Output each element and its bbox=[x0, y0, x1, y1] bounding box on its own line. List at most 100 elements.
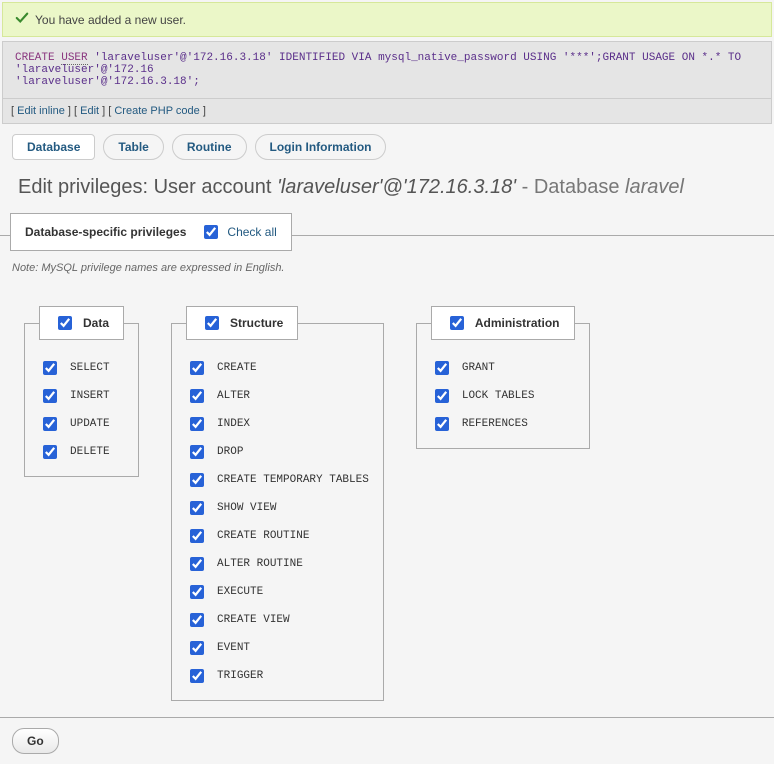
edit-links-bar: [ Edit inline ] [ Edit ] [ Create PHP co… bbox=[2, 99, 772, 124]
privilege-checkbox[interactable] bbox=[190, 529, 204, 543]
edit-link[interactable]: Edit bbox=[80, 105, 99, 117]
group-admin-checkbox[interactable] bbox=[450, 316, 464, 330]
check-all-label: Check all bbox=[227, 225, 276, 239]
privilege-checkbox[interactable] bbox=[43, 389, 57, 403]
privilege-item[interactable]: GRANT bbox=[431, 358, 575, 378]
group-admin-title: Administration bbox=[475, 316, 560, 330]
group-structure-list: CREATE ALTER INDEX DROP CREATE TEMPORARY TAB… bbox=[186, 358, 369, 686]
go-button[interactable]: Go bbox=[12, 728, 59, 754]
privilege-groups: Data SELECT INSERT UPDATE DELETE Structure … bbox=[0, 286, 774, 717]
privilege-checkbox[interactable] bbox=[435, 417, 449, 431]
privilege-checkbox[interactable] bbox=[190, 417, 204, 431]
privilege-label: SELECT bbox=[70, 362, 110, 374]
group-admin-list: GRANT LOCK TABLES REFERENCES bbox=[431, 358, 575, 434]
privilege-label: CREATE bbox=[217, 362, 257, 374]
check-all-checkbox[interactable] bbox=[204, 225, 218, 239]
privilege-checkbox[interactable] bbox=[190, 557, 204, 571]
privilege-item[interactable]: CREATE TEMPORARY TABLES bbox=[186, 470, 369, 490]
privilege-item[interactable]: EVENT bbox=[186, 638, 369, 658]
note: Note: MySQL privilege names are expresse… bbox=[0, 258, 774, 286]
privilege-label: SHOW VIEW bbox=[217, 502, 276, 514]
privilege-item[interactable]: REFERENCES bbox=[431, 414, 575, 434]
group-admin-legend[interactable]: Administration bbox=[431, 306, 575, 340]
privilege-item[interactable]: DROP bbox=[186, 442, 369, 462]
privilege-checkbox[interactable] bbox=[43, 417, 57, 431]
privilege-item[interactable]: INDEX bbox=[186, 414, 369, 434]
privilege-checkbox[interactable] bbox=[43, 445, 57, 459]
privilege-label: CREATE TEMPORARY TABLES bbox=[217, 474, 369, 486]
success-text: You have added a new user. bbox=[35, 13, 186, 27]
privilege-item[interactable]: CREATE VIEW bbox=[186, 610, 369, 630]
check-all[interactable]: Check all bbox=[200, 222, 276, 242]
privilege-checkbox[interactable] bbox=[190, 585, 204, 599]
privilege-checkbox[interactable] bbox=[190, 389, 204, 403]
privilege-checkbox[interactable] bbox=[435, 389, 449, 403]
privilege-item[interactable]: EXECUTE bbox=[186, 582, 369, 602]
group-data-checkbox[interactable] bbox=[58, 316, 72, 330]
privilege-label: CREATE ROUTINE bbox=[217, 530, 309, 542]
privilege-label: ALTER ROUTINE bbox=[217, 558, 303, 570]
group-structure-legend[interactable]: Structure bbox=[186, 306, 298, 340]
privilege-item[interactable]: LOCK TABLES bbox=[431, 386, 575, 406]
privilege-label: ALTER bbox=[217, 390, 250, 402]
privilege-item[interactable]: SELECT bbox=[39, 358, 124, 378]
privilege-item[interactable]: TRIGGER bbox=[186, 666, 369, 686]
privilege-checkbox[interactable] bbox=[190, 473, 204, 487]
group-structure-checkbox[interactable] bbox=[205, 316, 219, 330]
group-data-legend[interactable]: Data bbox=[39, 306, 124, 340]
go-row: Go bbox=[0, 717, 774, 764]
group-structure-title: Structure bbox=[230, 316, 283, 330]
sql-line2: 'laraveluser'@'172.16.3.18'; bbox=[15, 76, 200, 88]
panel-body: Note: MySQL privilege names are expresse… bbox=[0, 235, 774, 764]
privilege-label: DELETE bbox=[70, 446, 110, 458]
create-php-link[interactable]: Create PHP code bbox=[114, 105, 199, 117]
privilege-item[interactable]: CREATE ROUTINE bbox=[186, 526, 369, 546]
privilege-item[interactable]: SHOW VIEW bbox=[186, 498, 369, 518]
privilege-label: CREATE VIEW bbox=[217, 614, 290, 626]
sql-block: CREATE USER 'laraveluser'@'172.16.3.18' … bbox=[2, 41, 772, 99]
privilege-label: EXECUTE bbox=[217, 586, 263, 598]
privilege-item[interactable]: ALTER bbox=[186, 386, 369, 406]
privilege-item[interactable]: CREATE bbox=[186, 358, 369, 378]
privilege-checkbox[interactable] bbox=[190, 445, 204, 459]
group-data-title: Data bbox=[83, 316, 109, 330]
check-icon bbox=[15, 11, 29, 28]
privilege-item[interactable]: ALTER ROUTINE bbox=[186, 554, 369, 574]
privilege-label: UPDATE bbox=[70, 418, 110, 430]
group-structure: Structure CREATE ALTER INDEX DROP CREATE TEM… bbox=[171, 306, 384, 701]
sql-line1-rest: 'laraveluser'@'172.16.3.18' IDENTIFIED V… bbox=[15, 52, 748, 76]
title-user: 'laraveluser'@'172.16.3.18' bbox=[277, 176, 516, 198]
privilege-label: TRIGGER bbox=[217, 670, 263, 682]
title-db-name: laravel bbox=[625, 176, 684, 198]
sql-create-kw: CREATE bbox=[15, 52, 61, 64]
tab-table[interactable]: Table bbox=[103, 134, 163, 160]
tab-routine[interactable]: Routine bbox=[172, 134, 247, 160]
group-data: Data SELECT INSERT UPDATE DELETE bbox=[24, 306, 139, 477]
group-admin: Administration GRANT LOCK TABLES REFERENCE… bbox=[416, 306, 590, 449]
privilege-checkbox[interactable] bbox=[190, 613, 204, 627]
privilege-checkbox[interactable] bbox=[43, 361, 57, 375]
title-prefix: Edit privileges: User account bbox=[18, 176, 277, 198]
privilege-checkbox[interactable] bbox=[190, 361, 204, 375]
privilege-label: DROP bbox=[217, 446, 243, 458]
group-data-list: SELECT INSERT UPDATE DELETE bbox=[39, 358, 124, 462]
privilege-item[interactable]: UPDATE bbox=[39, 414, 124, 434]
edit-inline-link[interactable]: Edit inline bbox=[17, 105, 65, 117]
tab-login[interactable]: Login Information bbox=[255, 134, 387, 160]
privilege-label: INSERT bbox=[70, 390, 110, 402]
success-bar: You have added a new user. bbox=[2, 2, 772, 37]
tab-row: Database Table Routine Login Information bbox=[0, 124, 774, 170]
privilege-label: EVENT bbox=[217, 642, 250, 654]
privilege-label: REFERENCES bbox=[462, 418, 528, 430]
privilege-checkbox[interactable] bbox=[190, 641, 204, 655]
privilege-label: LOCK TABLES bbox=[462, 390, 535, 402]
title-db-label: Database bbox=[534, 176, 625, 198]
privilege-label: INDEX bbox=[217, 418, 250, 430]
privilege-checkbox[interactable] bbox=[190, 501, 204, 515]
privilege-checkbox[interactable] bbox=[435, 361, 449, 375]
privilege-item[interactable]: INSERT bbox=[39, 386, 124, 406]
privilege-checkbox[interactable] bbox=[190, 669, 204, 683]
privilege-item[interactable]: DELETE bbox=[39, 442, 124, 462]
tab-database[interactable]: Database bbox=[12, 134, 95, 160]
page-title: Edit privileges: User account 'laravelus… bbox=[0, 170, 774, 213]
